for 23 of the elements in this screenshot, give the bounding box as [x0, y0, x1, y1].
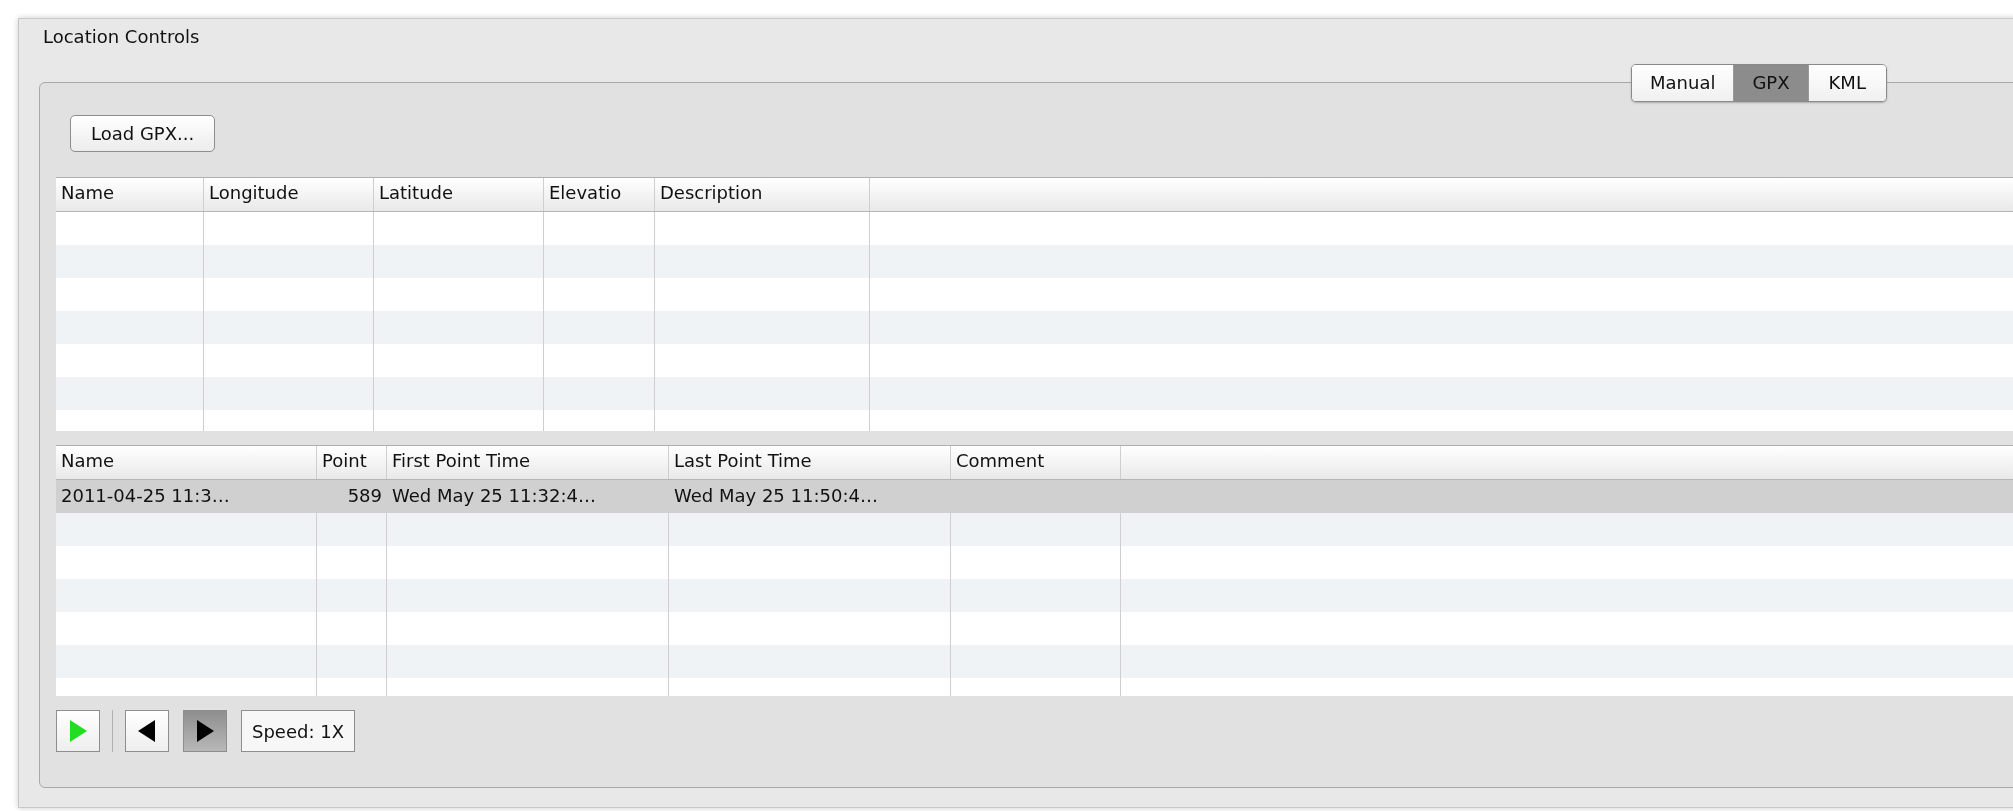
column-header[interactable]: Comment	[951, 446, 1121, 479]
forward-button[interactable]	[183, 710, 227, 752]
load-gpx-button[interactable]: Load GPX...	[70, 115, 216, 152]
right-triangle-icon	[68, 719, 88, 743]
column-header[interactable]: First Point Time	[387, 446, 669, 479]
column-header[interactable]: Latitude	[374, 178, 544, 211]
right-triangle-icon	[195, 719, 215, 743]
column-header[interactable]: Name	[56, 178, 204, 211]
window-title: Location Controls	[42, 25, 201, 47]
column-header[interactable]: Point	[317, 446, 387, 479]
left-triangle-icon	[137, 719, 157, 743]
back-button[interactable]	[125, 710, 169, 752]
column-header[interactable]: Longitude	[204, 178, 374, 211]
speed-button[interactable]: Speed: 1X	[241, 710, 355, 752]
tab[interactable]: Manual	[1632, 65, 1735, 101]
column-header[interactable]: Description	[655, 178, 870, 211]
play-button[interactable]	[56, 710, 100, 752]
column-header[interactable]: Elevatio	[544, 178, 655, 211]
tab[interactable]: GPX	[1734, 65, 1809, 101]
column-header[interactable]: Last Point Time	[669, 446, 951, 479]
table-row[interactable]: 2011-04-25 11:3… 589 Wed May 25 11:32:4… Wed May 25 11:50:4…	[56, 480, 2013, 513]
column-header[interactable]: Name	[56, 446, 317, 479]
tab[interactable]: KML	[1808, 65, 1886, 101]
